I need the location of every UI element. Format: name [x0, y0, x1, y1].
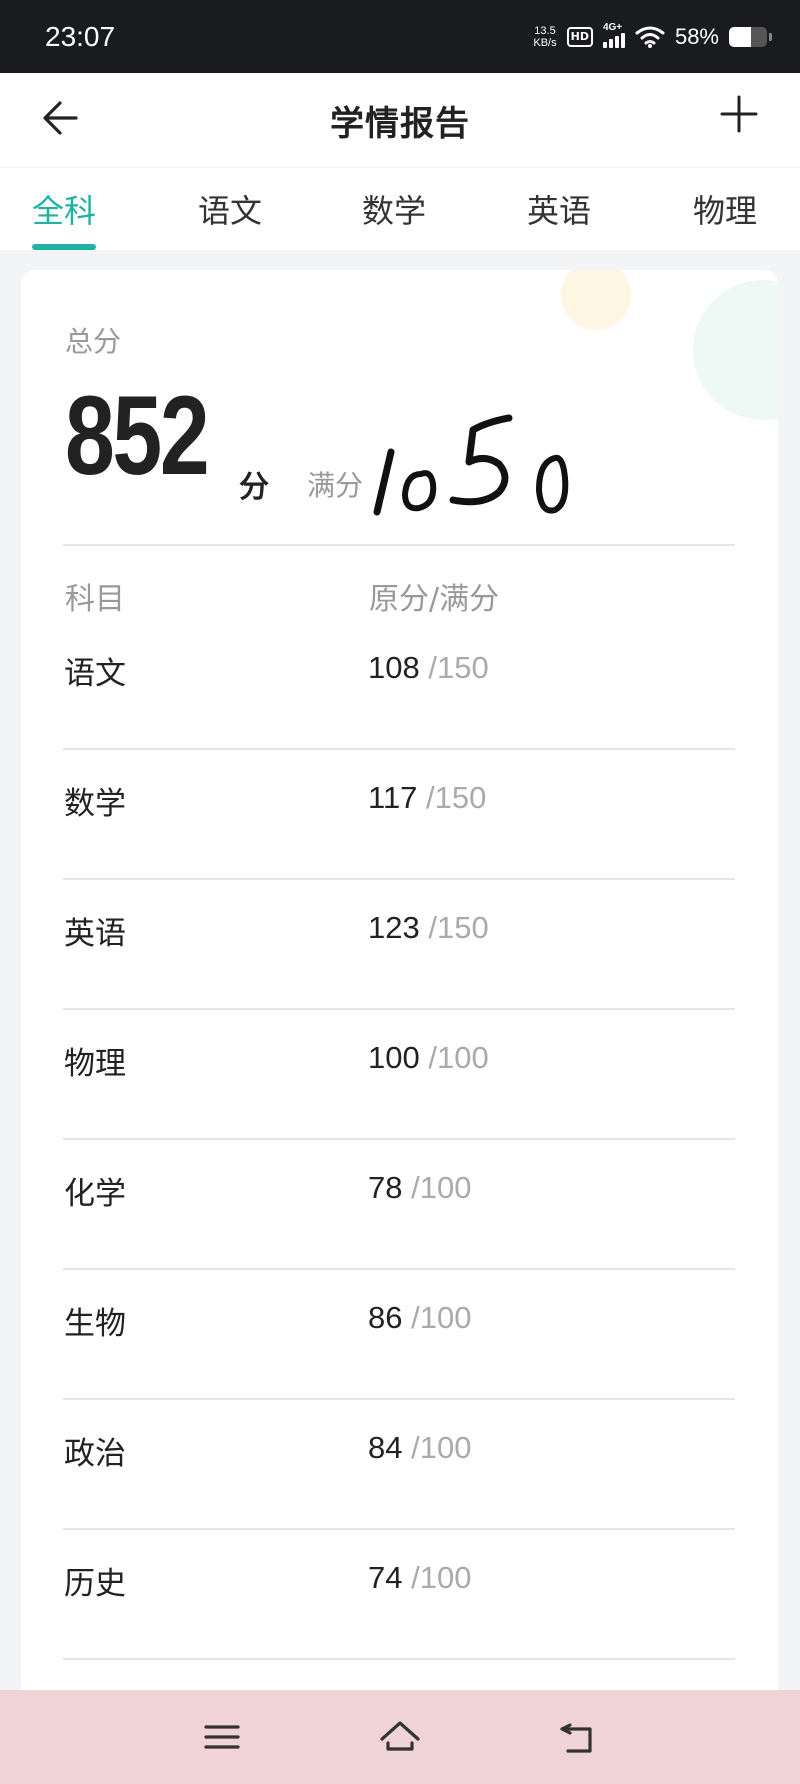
subject-name: 英语 [64, 916, 126, 952]
menu-icon[interactable] [200, 1715, 244, 1759]
active-tab-indicator [32, 244, 96, 250]
subject-name: 化学 [64, 1176, 126, 1212]
hd-icon: HD [566, 26, 593, 47]
tab-physics[interactable]: 物理 [670, 186, 780, 232]
subject-row[interactable]: 历史 74 /100 [63, 1530, 735, 1660]
score-card: 总分 852 分 满分 科目 原分/满分 语文 108 /150 数学 117 … [21, 270, 778, 1700]
subject-name: 历史 [64, 1566, 126, 1602]
total-score-value: 852 [65, 373, 210, 498]
tab-math[interactable]: 数学 [339, 186, 449, 232]
subject-score: 108 /150 [368, 650, 489, 685]
header: 学情报告 [0, 73, 800, 167]
network-type-label: 4G+ [602, 21, 623, 33]
subject-score: 100 /100 [368, 1040, 489, 1075]
return-icon[interactable] [556, 1715, 600, 1759]
column-header-subject: 科目 [65, 582, 125, 617]
subject-row[interactable]: 物理 100 /100 [63, 1010, 735, 1140]
page-title: 学情报告 [330, 103, 470, 144]
network-speed: 13.5 KB/s [533, 25, 556, 49]
network-speed-value: 13.5 [534, 24, 556, 37]
battery-icon [729, 26, 767, 47]
battery-percent: 58% [674, 23, 719, 49]
tab-all-subjects[interactable]: 全科 [9, 186, 119, 232]
total-score-unit: 分 [239, 470, 269, 505]
status-time: 23:07 [45, 20, 116, 52]
decorative-circle [693, 280, 778, 420]
signal-icon: 4G+ [602, 22, 625, 48]
decorative-circle [561, 270, 631, 330]
subject-name: 物理 [64, 1046, 126, 1082]
subject-row[interactable]: 化学 78 /100 [63, 1140, 735, 1270]
subject-row[interactable]: 语文 108 /150 [63, 620, 735, 750]
subject-score: 123 /150 [368, 910, 489, 945]
wifi-icon [635, 26, 665, 48]
total-score-label: 总分 [65, 325, 122, 358]
subject-row[interactable]: 英语 123 /150 [63, 880, 735, 1010]
subject-score: 86 /100 [368, 1300, 472, 1335]
subject-score: 84 /100 [368, 1430, 472, 1465]
status-bar: 23:07 13.5 KB/s HD 4G+ 58% [0, 0, 800, 73]
subject-name: 政治 [64, 1436, 126, 1472]
subject-tabs: 全科 语文 数学 英语 物理 [0, 167, 800, 250]
subject-row[interactable]: 政治 84 /100 [63, 1400, 735, 1530]
subject-row[interactable]: 数学 117 /150 [63, 750, 735, 880]
subject-score: 78 /100 [368, 1170, 472, 1205]
tab-english[interactable]: 英语 [504, 186, 614, 232]
home-icon[interactable] [378, 1715, 422, 1759]
subject-name: 生物 [64, 1306, 126, 1342]
network-speed-unit: KB/s [533, 36, 557, 49]
subject-score: 74 /100 [368, 1560, 472, 1595]
system-nav-bar [0, 1690, 800, 1784]
subject-score: 117 /150 [368, 780, 487, 815]
arrow-left-icon[interactable] [40, 97, 82, 139]
subject-name: 语文 [64, 656, 126, 692]
divider [63, 544, 735, 546]
subject-name: 数学 [64, 786, 126, 822]
status-indicators: 13.5 KB/s HD 4G+ 58% [533, 22, 772, 50]
column-header-score: 原分/满分 [369, 582, 500, 617]
tab-chinese[interactable]: 语文 [175, 186, 285, 232]
full-score-label: 满分 [307, 469, 364, 502]
plus-icon[interactable] [720, 95, 758, 133]
subject-row[interactable]: 生物 86 /100 [63, 1270, 735, 1400]
handwritten-full-score [373, 414, 569, 516]
